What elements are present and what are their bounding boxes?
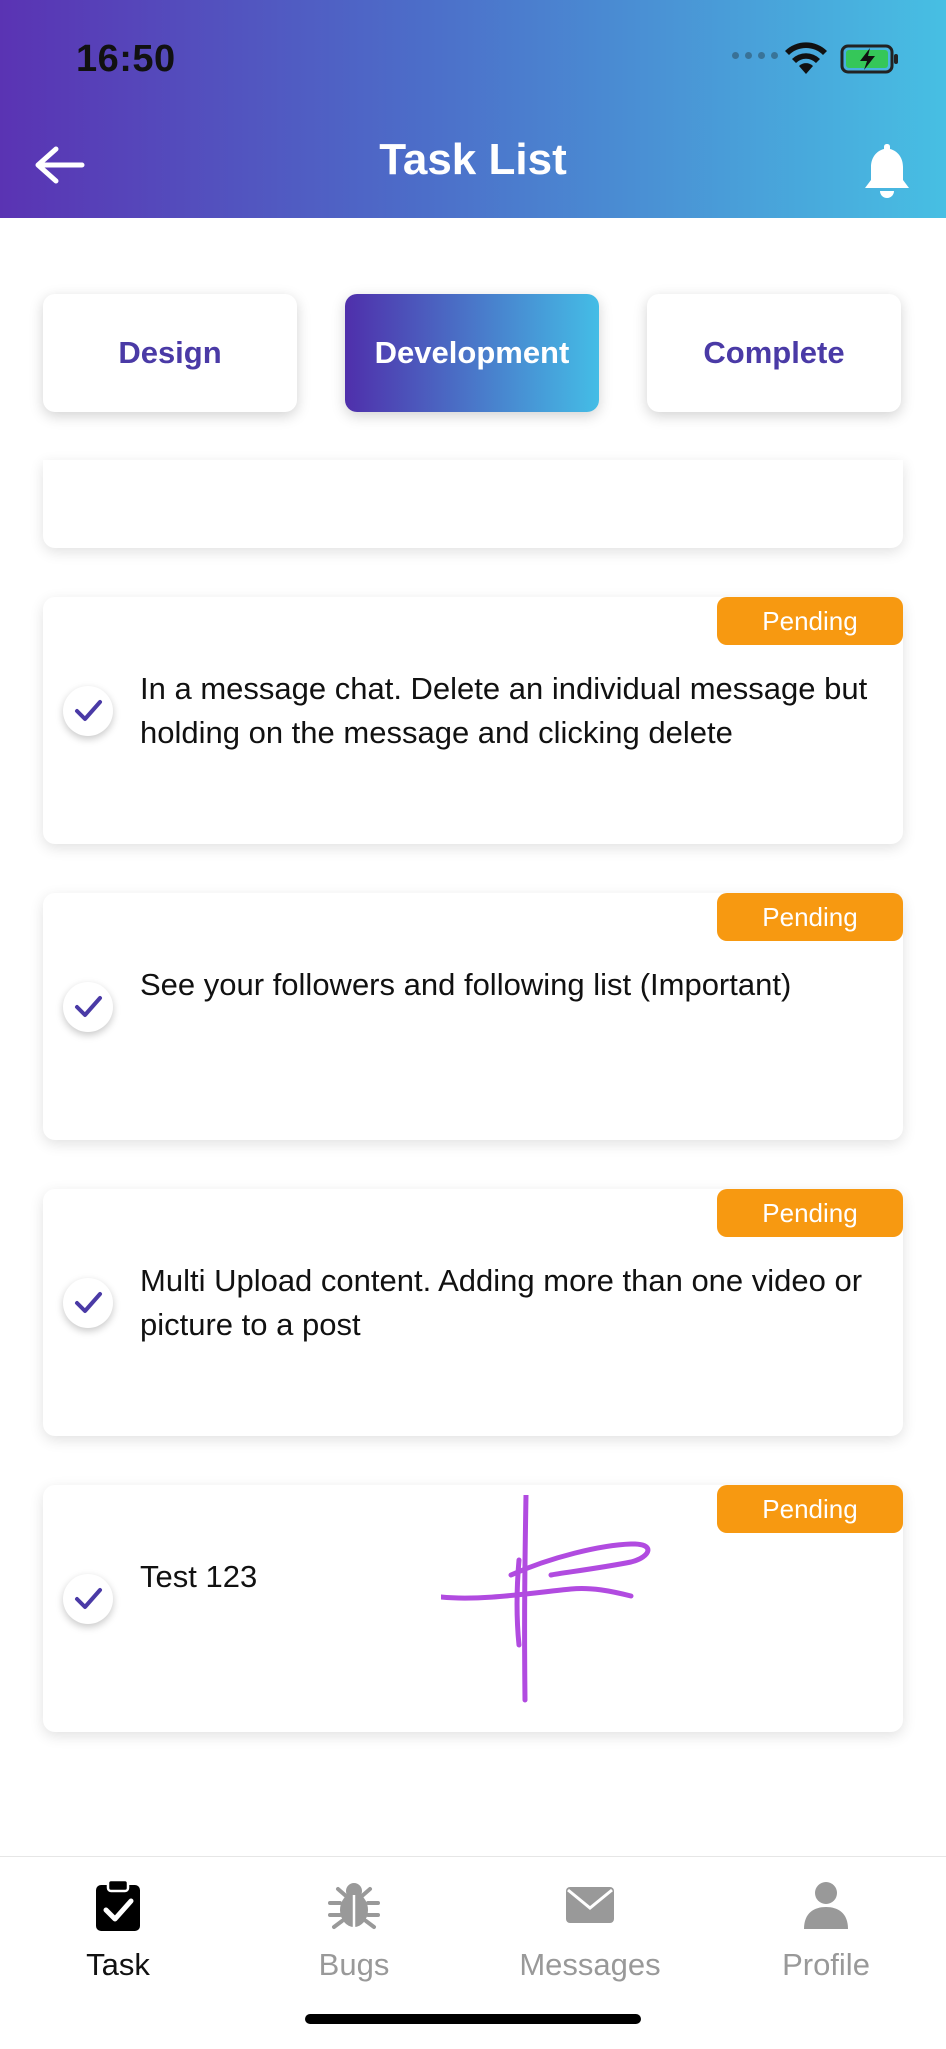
home-indicator — [305, 2014, 641, 2024]
page-title: Task List — [379, 135, 567, 184]
status-time: 16:50 — [76, 38, 176, 80]
task-card[interactable]: Pending See your followers and following… — [43, 893, 903, 1140]
tab-development[interactable]: Development — [345, 294, 599, 412]
app-header: 16:50 Task List — [0, 0, 946, 218]
wifi-icon — [785, 42, 827, 74]
tab-design[interactable]: Design — [43, 294, 297, 412]
envelope-icon — [566, 1887, 614, 1923]
task-card[interactable]: Pending Multi Upload content. Adding mor… — [43, 1189, 903, 1436]
category-tabs: Design Development Complete — [43, 294, 903, 412]
nav-bugs[interactable]: Bugs — [236, 1877, 472, 1983]
nav-label: Bugs — [318, 1947, 390, 1982]
check-button[interactable] — [63, 686, 113, 736]
nav-label: Profile — [782, 1947, 870, 1982]
notification-bell-icon[interactable] — [858, 140, 916, 200]
signature-drawing — [441, 1495, 651, 1703]
task-card[interactable]: Pending Test 123 — [43, 1485, 903, 1732]
status-badge: Pending — [717, 1189, 903, 1237]
task-text: See your followers and following list (I… — [140, 967, 792, 1002]
nav-profile[interactable]: Profile — [708, 1877, 944, 1983]
task-text: Multi Upload content. Adding more than o… — [140, 1263, 863, 1342]
status-badge: Pending — [717, 1485, 903, 1533]
checkmark-icon — [75, 996, 102, 1017]
bug-icon — [328, 1883, 380, 1929]
clipboard-check-icon — [96, 1878, 140, 1931]
battery-charging-icon — [840, 44, 898, 74]
check-button[interactable] — [63, 1574, 113, 1624]
task-card[interactable]: Pending In a message chat. Delete an ind… — [43, 597, 903, 844]
task-text: In a message chat. Delete an individual … — [140, 671, 868, 750]
status-badge: Pending — [717, 597, 903, 645]
checkmark-icon — [75, 1292, 102, 1313]
task-card-partial — [43, 460, 903, 548]
status-badge: Pending — [717, 893, 903, 941]
checkmark-icon — [75, 1588, 102, 1609]
check-button[interactable] — [63, 982, 113, 1032]
nav-messages[interactable]: Messages — [472, 1877, 708, 1983]
nav-label: Task — [86, 1947, 150, 1982]
tab-complete[interactable]: Complete — [647, 294, 901, 412]
cellular-signal-icon — [732, 52, 778, 59]
person-icon — [804, 1882, 848, 1929]
nav-task[interactable]: Task — [0, 1877, 236, 1983]
check-button[interactable] — [63, 1278, 113, 1328]
checkmark-icon — [75, 700, 102, 721]
nav-label: Messages — [519, 1947, 661, 1982]
